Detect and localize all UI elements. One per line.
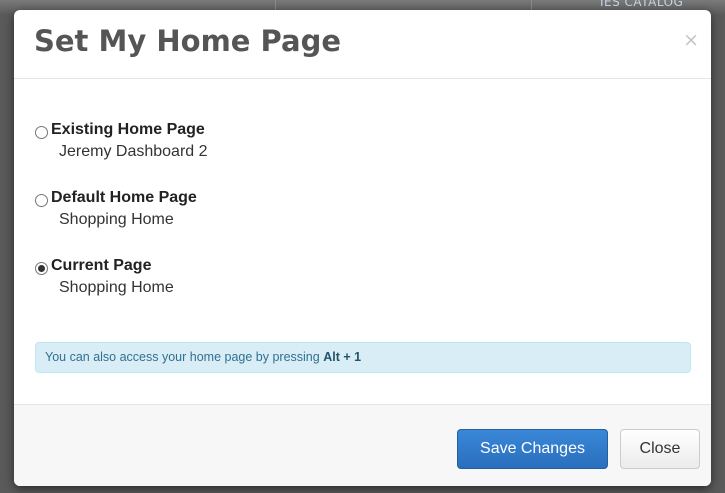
radio-current-page[interactable] [35, 262, 48, 275]
close-button[interactable]: Close [620, 429, 700, 469]
close-icon[interactable]: × [683, 31, 699, 50]
dialog-footer: Save Changes Close [14, 404, 711, 486]
background-page-text: IES CATALOG [600, 0, 684, 9]
option-subtitle: Shopping Home [59, 279, 174, 296]
dialog-body: Existing Home Page Jeremy Dashboard 2 De… [14, 79, 711, 404]
dialog-title: Set My Home Page [34, 24, 342, 58]
radio-existing-home-page[interactable] [35, 126, 48, 139]
option-title: Default Home Page [51, 189, 197, 206]
option-subtitle: Shopping Home [59, 211, 174, 228]
save-changes-button[interactable]: Save Changes [457, 429, 608, 469]
option-title: Existing Home Page [51, 121, 205, 138]
info-text: You can also access your home page by pr… [45, 350, 324, 364]
radio-default-home-page[interactable] [35, 194, 48, 207]
option-title: Current Page [51, 257, 152, 274]
dialog-header: Set My Home Page × [14, 10, 711, 79]
set-home-page-dialog: Set My Home Page × Existing Home Page Je… [14, 10, 711, 486]
info-alert: You can also access your home page by pr… [35, 342, 691, 373]
keyboard-shortcut: Alt + 1 [323, 350, 362, 364]
option-subtitle: Jeremy Dashboard 2 [59, 143, 208, 160]
